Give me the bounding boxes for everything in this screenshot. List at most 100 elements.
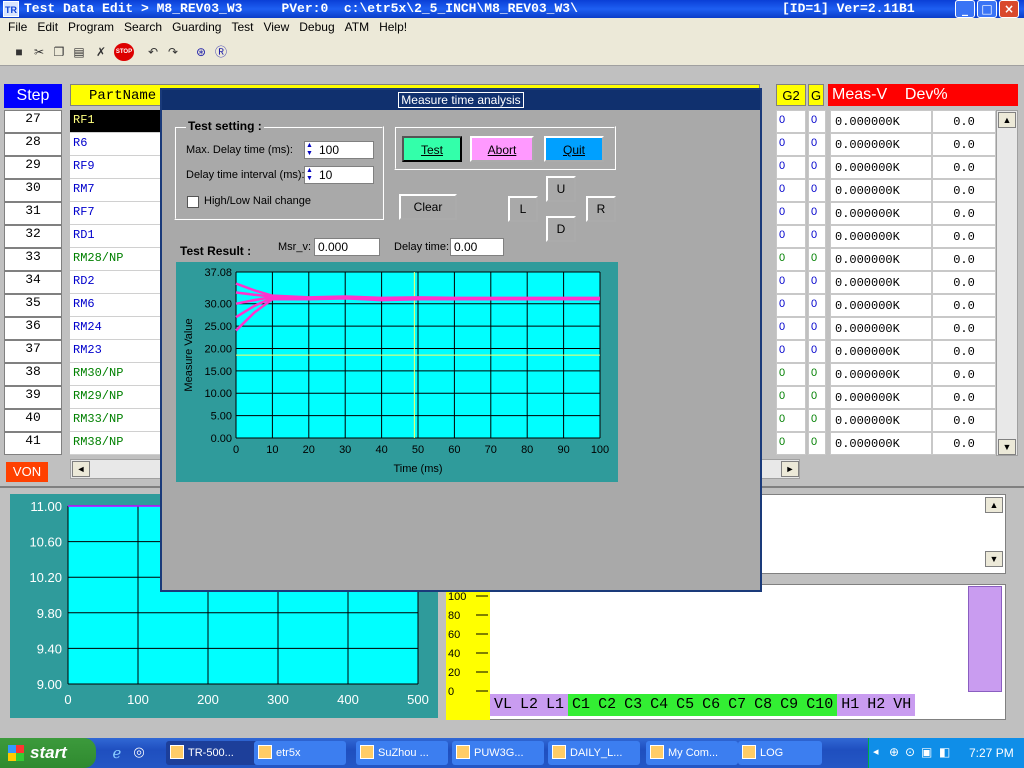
minimize-button[interactable]: _ (955, 0, 975, 18)
spinner-arrows-icon[interactable]: ▲ ▼ (306, 142, 313, 158)
part-cell[interactable]: RM30/NP (70, 363, 166, 386)
scroll-down-icon[interactable]: ▼ (998, 439, 1016, 455)
taskbar-item[interactable]: DAILY_L... (548, 741, 640, 765)
quit-button[interactable]: Quit (544, 136, 604, 162)
interval-input[interactable]: ▲ ▼ 10 (304, 166, 374, 184)
clear-button[interactable]: Clear (399, 194, 457, 220)
taskbar-item[interactable]: LOG (738, 741, 822, 765)
g-cell[interactable]: 0 (808, 271, 826, 294)
taskbar-item[interactable]: etr5x (254, 741, 346, 765)
menu-help[interactable]: Help! (374, 18, 412, 36)
g2-cell[interactable]: 0 (776, 317, 806, 340)
report-icon[interactable]: Ⓡ (212, 43, 230, 61)
part-cell[interactable]: RF9 (70, 156, 166, 179)
scroll-left-icon[interactable]: ◄ (72, 461, 90, 477)
tray-display-icon[interactable]: ▣ (921, 745, 932, 759)
g2-cell[interactable]: 0 (776, 409, 806, 432)
msr-v-field[interactable]: 0.000 (314, 238, 380, 256)
taskbar-item[interactable]: SuZhou ... (356, 741, 448, 765)
menu-guarding[interactable]: Guarding (167, 18, 226, 36)
part-cell[interactable]: RF7 (70, 202, 166, 225)
redo-icon[interactable]: ↷ (164, 43, 182, 61)
g2-cell[interactable]: 0 (776, 271, 806, 294)
menu-program[interactable]: Program (63, 18, 119, 36)
menu-search[interactable]: Search (119, 18, 167, 36)
g-cell[interactable]: 0 (808, 409, 826, 432)
abort-button[interactable]: Abort (470, 136, 534, 162)
spinner-arrows-icon[interactable]: ▲ ▼ (306, 167, 313, 183)
part-cell[interactable]: RM38/NP (70, 432, 166, 455)
scroll-right-icon[interactable]: ► (781, 461, 799, 477)
left-button[interactable]: L (508, 196, 538, 222)
tray-volume-icon[interactable]: ◧ (939, 745, 950, 759)
part-cell[interactable]: RM33/NP (70, 409, 166, 432)
delete-icon[interactable]: ✗ (92, 43, 110, 61)
part-cell[interactable]: RF1 (70, 110, 166, 133)
g2-cell[interactable]: 0 (776, 340, 806, 363)
part-cell[interactable]: RM29/NP (70, 386, 166, 409)
g2-cell[interactable]: 0 (776, 179, 806, 202)
tray-arrow-icon[interactable]: ◂ (873, 745, 879, 758)
cut-icon[interactable]: ✂ (30, 43, 48, 61)
g-cell[interactable]: 0 (808, 133, 826, 156)
log-scroll-up-icon[interactable]: ▲ (985, 497, 1003, 513)
g-cell[interactable]: 0 (808, 432, 826, 455)
g-cell[interactable]: 0 (808, 294, 826, 317)
part-cell[interactable]: RM28/NP (70, 248, 166, 271)
menu-file[interactable]: File (0, 18, 32, 36)
io-icon[interactable]: ⊛ (192, 43, 210, 61)
part-cell[interactable]: RD2 (70, 271, 166, 294)
grid-vertical-scrollbar[interactable]: ▲ ▼ (996, 110, 1018, 456)
g2-cell[interactable]: 0 (776, 386, 806, 409)
menu-edit[interactable]: Edit (32, 18, 63, 36)
ie-icon[interactable]: ℯ (108, 744, 126, 762)
g2-cell[interactable]: 0 (776, 110, 806, 133)
menu-test[interactable]: Test (226, 18, 258, 36)
menu-debug[interactable]: Debug (294, 18, 339, 36)
g2-cell[interactable]: 0 (776, 133, 806, 156)
copy-icon[interactable]: ❐ (50, 43, 68, 61)
g-cell[interactable]: 0 (808, 248, 826, 271)
down-button[interactable]: D (546, 216, 576, 242)
menu-view[interactable]: View (258, 18, 294, 36)
tray-io-icon[interactable]: ⊙ (905, 745, 915, 759)
g2-cell[interactable]: 0 (776, 156, 806, 179)
right-button[interactable]: R (586, 196, 616, 222)
scroll-up-icon[interactable]: ▲ (998, 112, 1016, 128)
taskbar-item[interactable]: TR-500... (166, 741, 258, 765)
undo-icon[interactable]: ↶ (144, 43, 162, 61)
g2-cell[interactable]: 0 (776, 432, 806, 455)
g-cell[interactable]: 0 (808, 202, 826, 225)
menu-atm[interactable]: ATM (340, 18, 374, 36)
start-button[interactable]: start (0, 738, 96, 768)
g2-cell[interactable]: 0 (776, 248, 806, 271)
close-button[interactable]: × (999, 0, 1019, 18)
g-cell[interactable]: 0 (808, 386, 826, 409)
g-cell[interactable]: 0 (808, 340, 826, 363)
g2-cell[interactable]: 0 (776, 202, 806, 225)
up-button[interactable]: U (546, 176, 576, 202)
g-cell[interactable]: 0 (808, 363, 826, 386)
part-cell[interactable]: RM6 (70, 294, 166, 317)
stop-icon[interactable]: STOP (114, 43, 134, 61)
tray-network-icon[interactable]: ⊕ (889, 745, 899, 759)
delay-time-field[interactable]: 0.00 (450, 238, 504, 256)
log-scroll-down-icon[interactable]: ▼ (985, 551, 1003, 567)
maximize-button[interactable]: □ (977, 0, 997, 18)
max-delay-input[interactable]: ▲ ▼ 100 (304, 141, 374, 159)
part-cell[interactable]: RD1 (70, 225, 166, 248)
nail-change-checkbox[interactable] (187, 196, 199, 208)
g-cell[interactable]: 0 (808, 156, 826, 179)
g2-cell[interactable]: 0 (776, 363, 806, 386)
paste-icon[interactable]: ▤ (70, 43, 88, 61)
g2-cell[interactable]: 0 (776, 225, 806, 248)
g-cell[interactable]: 0 (808, 317, 826, 340)
g-cell[interactable]: 0 (808, 110, 826, 133)
g-cell[interactable]: 0 (808, 179, 826, 202)
g-cell[interactable]: 0 (808, 225, 826, 248)
part-cell[interactable]: RM24 (70, 317, 166, 340)
g2-cell[interactable]: 0 (776, 294, 806, 317)
part-cell[interactable]: RM7 (70, 179, 166, 202)
part-cell[interactable]: RM23 (70, 340, 166, 363)
taskbar-item[interactable]: My Com... (646, 741, 738, 765)
